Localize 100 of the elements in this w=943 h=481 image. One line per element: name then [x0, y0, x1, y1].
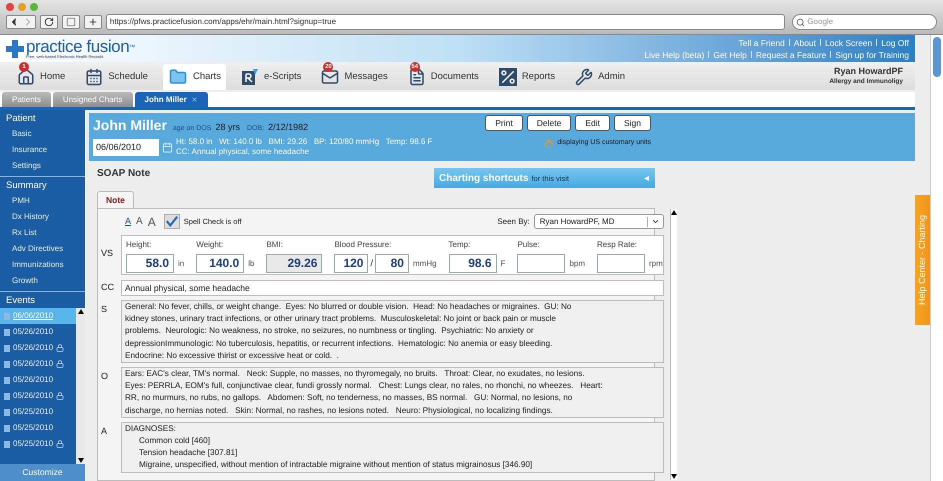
scrollbar[interactable]	[76, 308, 85, 464]
vital-label: Blood Pressure:	[334, 239, 392, 251]
patient-name: John Miller	[93, 116, 167, 135]
vital-field[interactable]: 140.0	[196, 254, 244, 273]
vital-label: Weight:	[196, 239, 224, 251]
sidebar-item[interactable]: Dx History	[0, 209, 85, 225]
note-tab[interactable]: Note	[97, 191, 134, 208]
chart-tab[interactable]: John Miller	[134, 92, 208, 107]
vital-field[interactable]: 58.0	[126, 254, 174, 273]
sidebar-item[interactable]: Growth	[0, 273, 85, 289]
prescription-icon	[240, 68, 259, 86]
sidebar-item[interactable]: PMH	[0, 193, 85, 209]
event-item[interactable]: 05/26/2010	[0, 388, 76, 404]
font-size-option[interactable]: A	[148, 212, 156, 230]
event-item[interactable]: 05/26/2010	[0, 324, 76, 340]
note-icon	[4, 424, 10, 432]
visit-date-field[interactable]: 06/06/2010	[93, 138, 159, 156]
patient-dob: 2/12/1982	[268, 121, 308, 134]
event-item[interactable]: 05/26/2010	[0, 372, 76, 388]
section-letter: O	[101, 370, 110, 384]
reload-icon[interactable]	[40, 15, 58, 29]
action-button[interactable]: Edit	[575, 115, 610, 131]
add-bookmark-icon[interactable]	[84, 15, 102, 29]
header-link[interactable]: Lock Screen	[825, 36, 872, 48]
minimize-window-icon[interactable]	[18, 3, 26, 11]
action-button[interactable]: Sign	[614, 115, 651, 131]
diastolic-field[interactable]: 80	[374, 254, 409, 273]
vitals-summary: Ht: 58.0 in Wt: 140.0 lb BMI: 29.26 BP: 120/80 mmHg Temp: 98.6 F	[176, 137, 432, 147]
nav-tab[interactable]: Reports	[494, 64, 560, 90]
unit-label: mmHg	[412, 258, 437, 270]
header-link[interactable]: Log Off	[881, 36, 909, 48]
event-item[interactable]: 05/25/2010	[0, 420, 76, 436]
action-button[interactable]: Delete	[526, 115, 572, 131]
sidebar-item[interactable]: Settings	[0, 158, 85, 174]
sidebar-item[interactable]: Basic	[0, 126, 85, 142]
nav-tab[interactable]: Charts	[162, 64, 226, 90]
close-icon[interactable]	[190, 96, 198, 103]
note-icon	[4, 360, 10, 368]
font-size-option[interactable]: A	[125, 214, 132, 228]
scroll-up-icon[interactable]	[78, 309, 84, 314]
sidebar-item[interactable]: Adv Directives	[0, 241, 85, 257]
chief-complaint-field[interactable]: Annual physical, some headache	[121, 280, 664, 296]
unit-label: bpm	[569, 258, 585, 270]
note-text-area[interactable]: Ears: EAC's clear, TM's normal. Neck: Supple, no masses, no thyromegaly, no bruits. Throat: Clear, no exudates, no lesions. Eyes: PERRLA, EOM's full, conjunctivae clear, fundi grossly normal. Chest: Lungs clear, no rales, no rhonchi, no wheezes. Heart: RR, no murmurs, no rubs, no gallops. Abdomen: Soft, no tenderness, no masses, BS normal. GU: Normal, no lesions, no discharge, no hernias noted. Skin: Normal, no rashes, no lesions noted. Neuro: Physiological, no localizing findings.	[121, 367, 664, 418]
systolic-field[interactable]: 120	[334, 254, 368, 273]
note-icon	[4, 392, 10, 400]
customize-button[interactable]: Customize	[0, 464, 85, 481]
action-button[interactable]: Print	[485, 115, 523, 131]
header-link[interactable]: About	[794, 36, 816, 48]
scrollbar[interactable]	[930, 35, 943, 481]
note-icon	[4, 408, 10, 416]
note-icon	[4, 440, 10, 448]
nav-tab[interactable]: Admin	[570, 64, 630, 90]
unit-label: in	[178, 258, 184, 270]
sidebar-item[interactable]: Insurance	[0, 142, 85, 158]
vital-label: Height:	[126, 239, 152, 251]
section-letter: S	[101, 303, 108, 316]
vital-field[interactable]	[597, 254, 645, 273]
event-item[interactable]: 05/25/2010	[0, 404, 76, 420]
seen-by-dropdown[interactable]: Ryan HowardPF, MD	[534, 214, 664, 229]
close-window-icon[interactable]	[6, 3, 14, 11]
event-item[interactable]: 05/26/2010	[0, 356, 76, 372]
sidebar-item[interactable]: Immunizations	[0, 257, 85, 273]
snapshot-icon[interactable]	[62, 15, 80, 29]
section-letter: CC	[101, 281, 115, 294]
nav-tab[interactable]: e-Scripts	[236, 64, 306, 90]
cross-logo-icon	[6, 40, 24, 58]
sidebar-item[interactable]: Rx List	[0, 225, 85, 241]
header-link[interactable]: Request a Feature	[756, 48, 826, 60]
event-item[interactable]: 05/26/2010	[0, 340, 76, 356]
event-item[interactable]: 05/25/2010	[0, 436, 76, 452]
note-text-area[interactable]: General: No fever, chills, or weight change. Eyes: No blurred or double vision. Head: No headaches or migraines. GU: No kidney stones, urinary tract infections, or other urinary tract problems. Musculoskeletal: No joint or back pain or muscle problems. Neurologic: No weakness, no stroke, no seizures, no numbness or tingling. Psychiatric: No anxiety or depressionImmunologic: No tuberculosis, hepatitis, or recurrent infections. Hematologic: No anemia or easy bleeding. Endocrine: No excessive thirist or excessive heat or cold. .	[121, 300, 664, 364]
vital-label: Temp:	[448, 239, 472, 251]
scroll-down-icon[interactable]	[670, 474, 677, 479]
nav-tab[interactable]: Schedule	[80, 64, 153, 90]
note-icon	[4, 328, 10, 336]
vital-field[interactable]: 98.6	[448, 254, 497, 273]
vital-label: BMI:	[266, 239, 284, 251]
scroll-up-icon[interactable]	[670, 210, 677, 215]
font-size-option[interactable]: A	[136, 214, 143, 229]
note-text-area[interactable]: DIAGNOSES: Common cold [460] Tension headache [307.81] Migraine, unspecified, without mention of intractable migraine without mention of status migrainosus [346.90]	[121, 422, 664, 473]
bmi-field: 29.26	[266, 254, 322, 273]
calendar-icon	[85, 68, 104, 86]
spell-check-icon[interactable]	[164, 214, 180, 229]
zoom-window-icon[interactable]	[30, 3, 38, 11]
collapse-arrow-icon[interactable]	[644, 176, 650, 180]
calendar-icon[interactable]	[162, 142, 173, 152]
address-field[interactable]: https://pfws.practicefusion.com/apps/ehr/main.html?signup=true	[106, 14, 786, 30]
scrollbar[interactable]	[670, 209, 677, 480]
document-icon	[408, 68, 426, 86]
house-icon	[17, 68, 35, 86]
note-icon	[4, 312, 10, 320]
search-icon	[796, 18, 806, 26]
patient-age: 28 yrs	[215, 121, 240, 134]
sidebar-heading: Patient	[5, 112, 37, 126]
folder-icon	[168, 68, 188, 86]
vital-label: Pulse:	[517, 239, 541, 251]
note-icon	[4, 344, 10, 352]
header-link[interactable]: Sign up for Training	[835, 48, 909, 60]
vital-field[interactable]	[517, 254, 566, 273]
